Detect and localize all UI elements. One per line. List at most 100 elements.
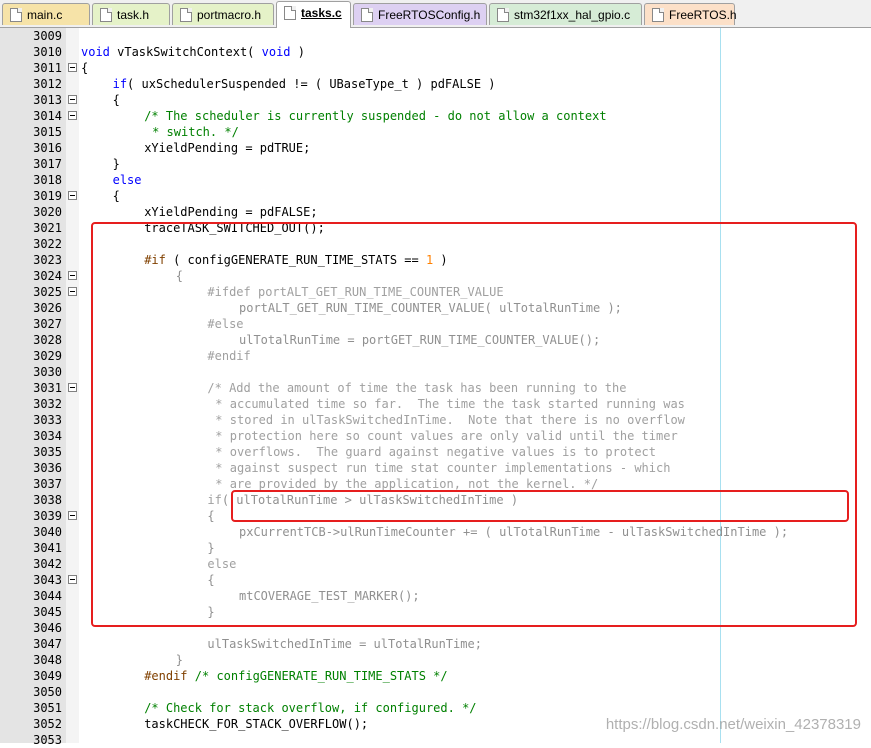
line-number: 3042 (33, 557, 62, 571)
line-number: 3037 (33, 477, 62, 491)
line-number: 3012 (33, 77, 62, 91)
line-number: 3015 (33, 125, 62, 139)
tab-freertos-h[interactable]: FreeRTOS.h (644, 3, 737, 25)
code-token: #endif (144, 669, 188, 683)
code-text: else (113, 172, 142, 188)
code-line[interactable]: 3014 /* The scheduler is currently suspen… (0, 108, 871, 124)
fold-toggle-icon[interactable] (68, 63, 77, 72)
fold-toggle-icon[interactable] (68, 287, 77, 296)
line-number: 3013 (33, 93, 62, 107)
line-number: 3053 (33, 733, 62, 747)
code-line[interactable]: 3048} (0, 652, 871, 668)
file-icon (284, 6, 296, 20)
fold-toggle-icon[interactable] (68, 95, 77, 104)
line-number: 3039 (33, 509, 62, 523)
code-line[interactable]: 3020 xYieldPending = pdFALSE; (0, 204, 871, 220)
code-text: * switch. */ (152, 124, 239, 140)
code-token: ulTaskSwitchedInTime = ulTotalRunTime; (207, 637, 482, 651)
code-line[interactable]: 3049 #endif /* configGENERATE_RUN_TIME_ST… (0, 668, 871, 684)
code-line[interactable]: 3053 (0, 732, 871, 748)
code-text: { (113, 188, 120, 204)
code-text: /* The scheduler is currently suspended … (144, 108, 606, 124)
line-number: 3033 (33, 413, 62, 427)
line-number: 3041 (33, 541, 62, 555)
tab-label: portmacro.h (197, 8, 262, 22)
fold-toggle-icon[interactable] (68, 111, 77, 120)
code-line[interactable]: 3013 { (0, 92, 871, 108)
line-number: 3011 (33, 61, 62, 75)
line-number: 3026 (33, 301, 62, 315)
tab-bar: main.c task.h portmacro.h tasks.c FreeRTOSCo… (0, 0, 871, 28)
code-token: xYieldPending = pdTRUE; (144, 141, 311, 155)
line-number: 3034 (33, 429, 62, 443)
code-line[interactable]: 3047 ulTaskSwitchedInTime = ulTotalRunTim… (0, 636, 871, 652)
file-icon (100, 8, 112, 22)
watermark: https://blog.csdn.net/weixin_42378319 (605, 716, 861, 733)
code-token: } (175, 653, 184, 667)
code-line[interactable]: 3050 (0, 684, 871, 700)
code-line[interactable]: 3019 { (0, 188, 871, 204)
code-text: #endif /* configGENERATE_RUN_TIME_STATS … (144, 668, 447, 684)
code-token: void (261, 45, 291, 59)
code-token: ( uxSchedulerSuspended != ( UBaseType_t … (127, 77, 496, 91)
tab-label: main.c (27, 8, 63, 22)
code-line[interactable]: 3015 * switch. */ (0, 124, 871, 140)
tab-main-c[interactable]: main.c (2, 3, 90, 25)
file-icon (361, 8, 373, 22)
line-number: 3030 (33, 365, 62, 379)
code-line[interactable]: 3012 if( uxSchedulerSuspended != ( UBaseT… (0, 76, 871, 92)
line-number: 3014 (33, 109, 62, 123)
tab-freertosconfig-h[interactable]: FreeRTOSConfig.h (353, 3, 487, 25)
code-line[interactable]: 3018 else (0, 172, 871, 188)
line-number: 3021 (33, 221, 62, 235)
code-token: /* Check for stack overflow, if configur… (144, 701, 477, 715)
code-line[interactable]: 3009 (0, 28, 871, 44)
code-token: } (112, 157, 120, 171)
code-line[interactable]: 3017} (0, 156, 871, 172)
line-number: 3048 (33, 653, 62, 667)
code-text: /* Check for stack overflow, if configur… (144, 700, 476, 716)
line-number: 3044 (33, 589, 62, 603)
line-number: 3029 (33, 349, 62, 363)
line-number: 3025 (33, 285, 62, 299)
line-number: 3022 (33, 237, 62, 251)
file-icon (652, 8, 664, 22)
tab-label: task.h (117, 8, 150, 22)
tab-tasks-c[interactable]: tasks.c (276, 1, 351, 28)
fold-toggle-icon[interactable] (68, 383, 77, 392)
line-number: 3036 (33, 461, 62, 475)
tab-portmacro-h[interactable]: portmacro.h (172, 3, 274, 25)
line-number: 3047 (33, 637, 62, 651)
line-number: 3035 (33, 445, 62, 459)
line-number: 3050 (33, 685, 62, 699)
code-token: { (112, 93, 120, 107)
fold-toggle-icon[interactable] (68, 271, 77, 280)
run-time-stats-highlight-box (91, 222, 857, 627)
code-line[interactable]: 3011 { (0, 60, 871, 76)
line-number: 3051 (33, 701, 62, 715)
line-number: 3052 (33, 717, 62, 731)
line-number: 3043 (33, 573, 62, 587)
line-number: 3049 (33, 669, 62, 683)
code-text: } (113, 156, 120, 172)
fold-toggle-icon[interactable] (68, 575, 77, 584)
tab-stm32f1xx-hal-gpio-c[interactable]: stm32f1xx_hal_gpio.c (489, 3, 642, 25)
line-number: 3032 (33, 397, 62, 411)
code-line[interactable]: 3016 xYieldPending = pdTRUE; (0, 140, 871, 156)
code-token: { (112, 189, 120, 203)
fold-toggle-icon[interactable] (68, 511, 77, 520)
tab-label: tasks.c (301, 6, 342, 20)
fold-toggle-icon[interactable] (68, 191, 77, 200)
tab-task-h[interactable]: task.h (92, 3, 170, 25)
code-line[interactable]: 3010 void vTaskSwitchContext( void ) (0, 44, 871, 60)
code-token: ) (290, 45, 305, 59)
code-token: xYieldPending = pdFALSE; (144, 205, 318, 219)
code-text: ulTaskSwitchedInTime = ulTotalRunTime; (207, 636, 482, 652)
code-text: xYieldPending = pdTRUE; (144, 140, 310, 156)
code-line[interactable]: 3051 /* Check for stack overflow, if conf… (0, 700, 871, 716)
line-number: 3046 (33, 621, 62, 635)
line-number: 3045 (33, 605, 62, 619)
line-number: 3017 (33, 157, 62, 171)
run-time-counter-highlight-box (231, 490, 849, 522)
code-token: /* The scheduler is currently suspended … (144, 109, 607, 123)
